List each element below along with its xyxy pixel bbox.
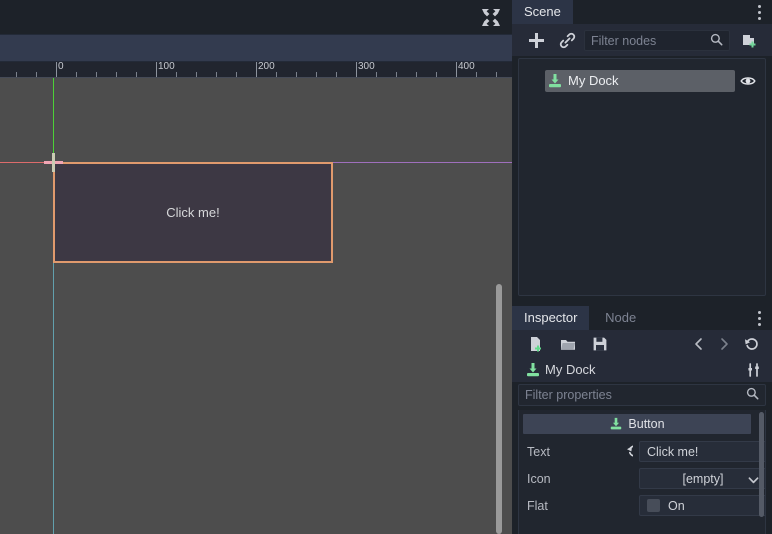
button-node-icon bbox=[547, 73, 563, 89]
property-label-text: Text bbox=[527, 444, 550, 459]
chevron-down-icon bbox=[748, 474, 759, 488]
inspector-dock-tabbar: Inspector Node bbox=[512, 306, 772, 330]
button-control-label: Click me! bbox=[166, 205, 220, 220]
folder-open-icon[interactable] bbox=[556, 333, 580, 355]
ruler-minor-tick bbox=[336, 72, 337, 77]
chevron-left-icon[interactable] bbox=[687, 333, 711, 355]
inspector-dock: Inspector Node My Dock Filter properties… bbox=[512, 306, 772, 534]
ruler-label: 100 bbox=[158, 62, 175, 72]
scene-tree[interactable]: My Dock bbox=[518, 58, 766, 296]
plus-icon[interactable] bbox=[524, 28, 548, 52]
object-tools-icon[interactable] bbox=[746, 362, 762, 378]
inspector-object-path: My Dock bbox=[512, 358, 772, 382]
ruler-minor-tick bbox=[396, 72, 397, 77]
ruler-minor-tick bbox=[136, 72, 137, 77]
link-icon[interactable] bbox=[555, 28, 579, 52]
viewport-tool-bar[interactable] bbox=[0, 34, 512, 62]
ruler-label: 300 bbox=[358, 62, 375, 72]
ruler-minor-tick bbox=[216, 72, 217, 77]
inspector-dock-menu-icon[interactable] bbox=[752, 311, 766, 326]
ruler-label: 0 bbox=[58, 62, 64, 72]
checkbox-icon[interactable] bbox=[647, 499, 660, 512]
ruler-minor-tick bbox=[116, 72, 117, 77]
godot-editor-window: 0 100 200 300 400 Click me! Scene Filter… bbox=[0, 0, 772, 534]
ruler-minor-tick bbox=[296, 72, 297, 77]
eye-icon[interactable] bbox=[740, 73, 756, 89]
floppy-save-icon[interactable] bbox=[588, 333, 612, 355]
revert-arrow-icon[interactable] bbox=[617, 443, 641, 461]
inspector-scrollbar-thumb[interactable] bbox=[759, 412, 764, 517]
ruler-minor-tick bbox=[96, 72, 97, 77]
inspector-object-name: My Dock bbox=[545, 362, 596, 377]
scene-filter-input[interactable]: Filter nodes bbox=[584, 30, 730, 51]
ruler-minor-tick bbox=[176, 72, 177, 77]
canvas-vertical-scrollbar-thumb[interactable] bbox=[496, 284, 502, 534]
property-value-flat-checkbox[interactable]: On bbox=[639, 495, 765, 516]
inspector-filter-placeholder: Filter properties bbox=[525, 388, 612, 402]
inspector-property-list: Button Text Click me! Icon [empty] Flat … bbox=[518, 410, 766, 534]
ruler-minor-tick bbox=[496, 72, 497, 77]
ruler-minor-tick bbox=[316, 72, 317, 77]
ruler-label: 400 bbox=[458, 62, 475, 72]
ruler-minor-tick bbox=[196, 72, 197, 77]
property-value-icon-label: [empty] bbox=[682, 471, 724, 486]
tree-item-my-dock[interactable]: My Dock bbox=[523, 70, 763, 92]
pivot-vertical-bar bbox=[52, 153, 55, 172]
guide-line-horizontal-purple bbox=[333, 162, 512, 163]
canvas-item-editor: 0 100 200 300 400 Click me! bbox=[0, 0, 512, 534]
tree-item-label: My Dock bbox=[568, 73, 619, 88]
flat-revert-placeholder bbox=[617, 497, 635, 515]
right-dock-column: Scene Filter nodes My Dock Inspector Nod… bbox=[512, 0, 772, 534]
property-label-flat: Flat bbox=[527, 498, 548, 513]
inspector-filter-input[interactable]: Filter properties bbox=[518, 384, 766, 406]
scene-dock-tabbar: Scene bbox=[512, 0, 772, 24]
history-revert-icon[interactable] bbox=[740, 333, 764, 355]
search-icon[interactable] bbox=[746, 387, 759, 403]
editor-canvas[interactable]: Click me! bbox=[0, 78, 512, 534]
property-value-icon-dropdown[interactable]: [empty] bbox=[639, 468, 765, 489]
property-row-icon: Icon [empty] bbox=[525, 465, 765, 492]
tab-inspector[interactable]: Inspector bbox=[512, 306, 590, 330]
property-row-flat: Flat On bbox=[525, 492, 765, 519]
ruler-minor-tick bbox=[276, 72, 277, 77]
property-label-icon: Icon bbox=[527, 471, 551, 486]
scene-dock: Scene Filter nodes My Dock bbox=[512, 0, 772, 303]
ruler-label: 200 bbox=[258, 62, 275, 72]
ruler-minor-tick bbox=[376, 72, 377, 77]
ruler-minor-tick bbox=[236, 72, 237, 77]
scene-filter-placeholder: Filter nodes bbox=[591, 33, 657, 48]
guide-line-vertical-green bbox=[53, 78, 54, 162]
property-row-text: Text Click me! bbox=[525, 438, 765, 465]
ruler-minor-tick bbox=[476, 72, 477, 77]
search-icon[interactable] bbox=[710, 33, 723, 49]
property-value-flat-label: On bbox=[668, 498, 685, 513]
ruler-minor-tick bbox=[416, 72, 417, 77]
tab-node[interactable]: Node bbox=[593, 306, 648, 330]
new-resource-icon[interactable] bbox=[524, 333, 548, 355]
horizontal-ruler[interactable]: 0 100 200 300 400 bbox=[0, 62, 512, 78]
icon-revert-placeholder bbox=[617, 470, 635, 488]
inspector-toolbar bbox=[512, 330, 772, 358]
viewport-top-bar bbox=[0, 0, 512, 34]
ruler-minor-tick bbox=[16, 72, 17, 77]
pivot-crosshair-icon[interactable] bbox=[44, 153, 63, 172]
chevron-right-icon[interactable] bbox=[712, 333, 736, 355]
button-node-icon bbox=[525, 362, 541, 378]
selected-button-control[interactable]: Click me! bbox=[53, 162, 333, 263]
ruler-minor-tick bbox=[36, 72, 37, 77]
tab-scene[interactable]: Scene bbox=[512, 0, 573, 24]
property-category-label: Button bbox=[628, 417, 665, 431]
button-node-icon bbox=[609, 417, 623, 431]
ruler-minor-tick bbox=[76, 72, 77, 77]
property-category-button[interactable]: Button bbox=[523, 414, 751, 434]
scene-dock-menu-icon[interactable] bbox=[752, 5, 766, 20]
ruler-minor-tick bbox=[436, 72, 437, 77]
instance-scene-icon[interactable] bbox=[737, 28, 761, 52]
scene-toolbar: Filter nodes bbox=[512, 24, 772, 56]
property-value-text[interactable]: Click me! bbox=[639, 441, 765, 462]
expand-arrows-icon[interactable] bbox=[482, 9, 500, 26]
